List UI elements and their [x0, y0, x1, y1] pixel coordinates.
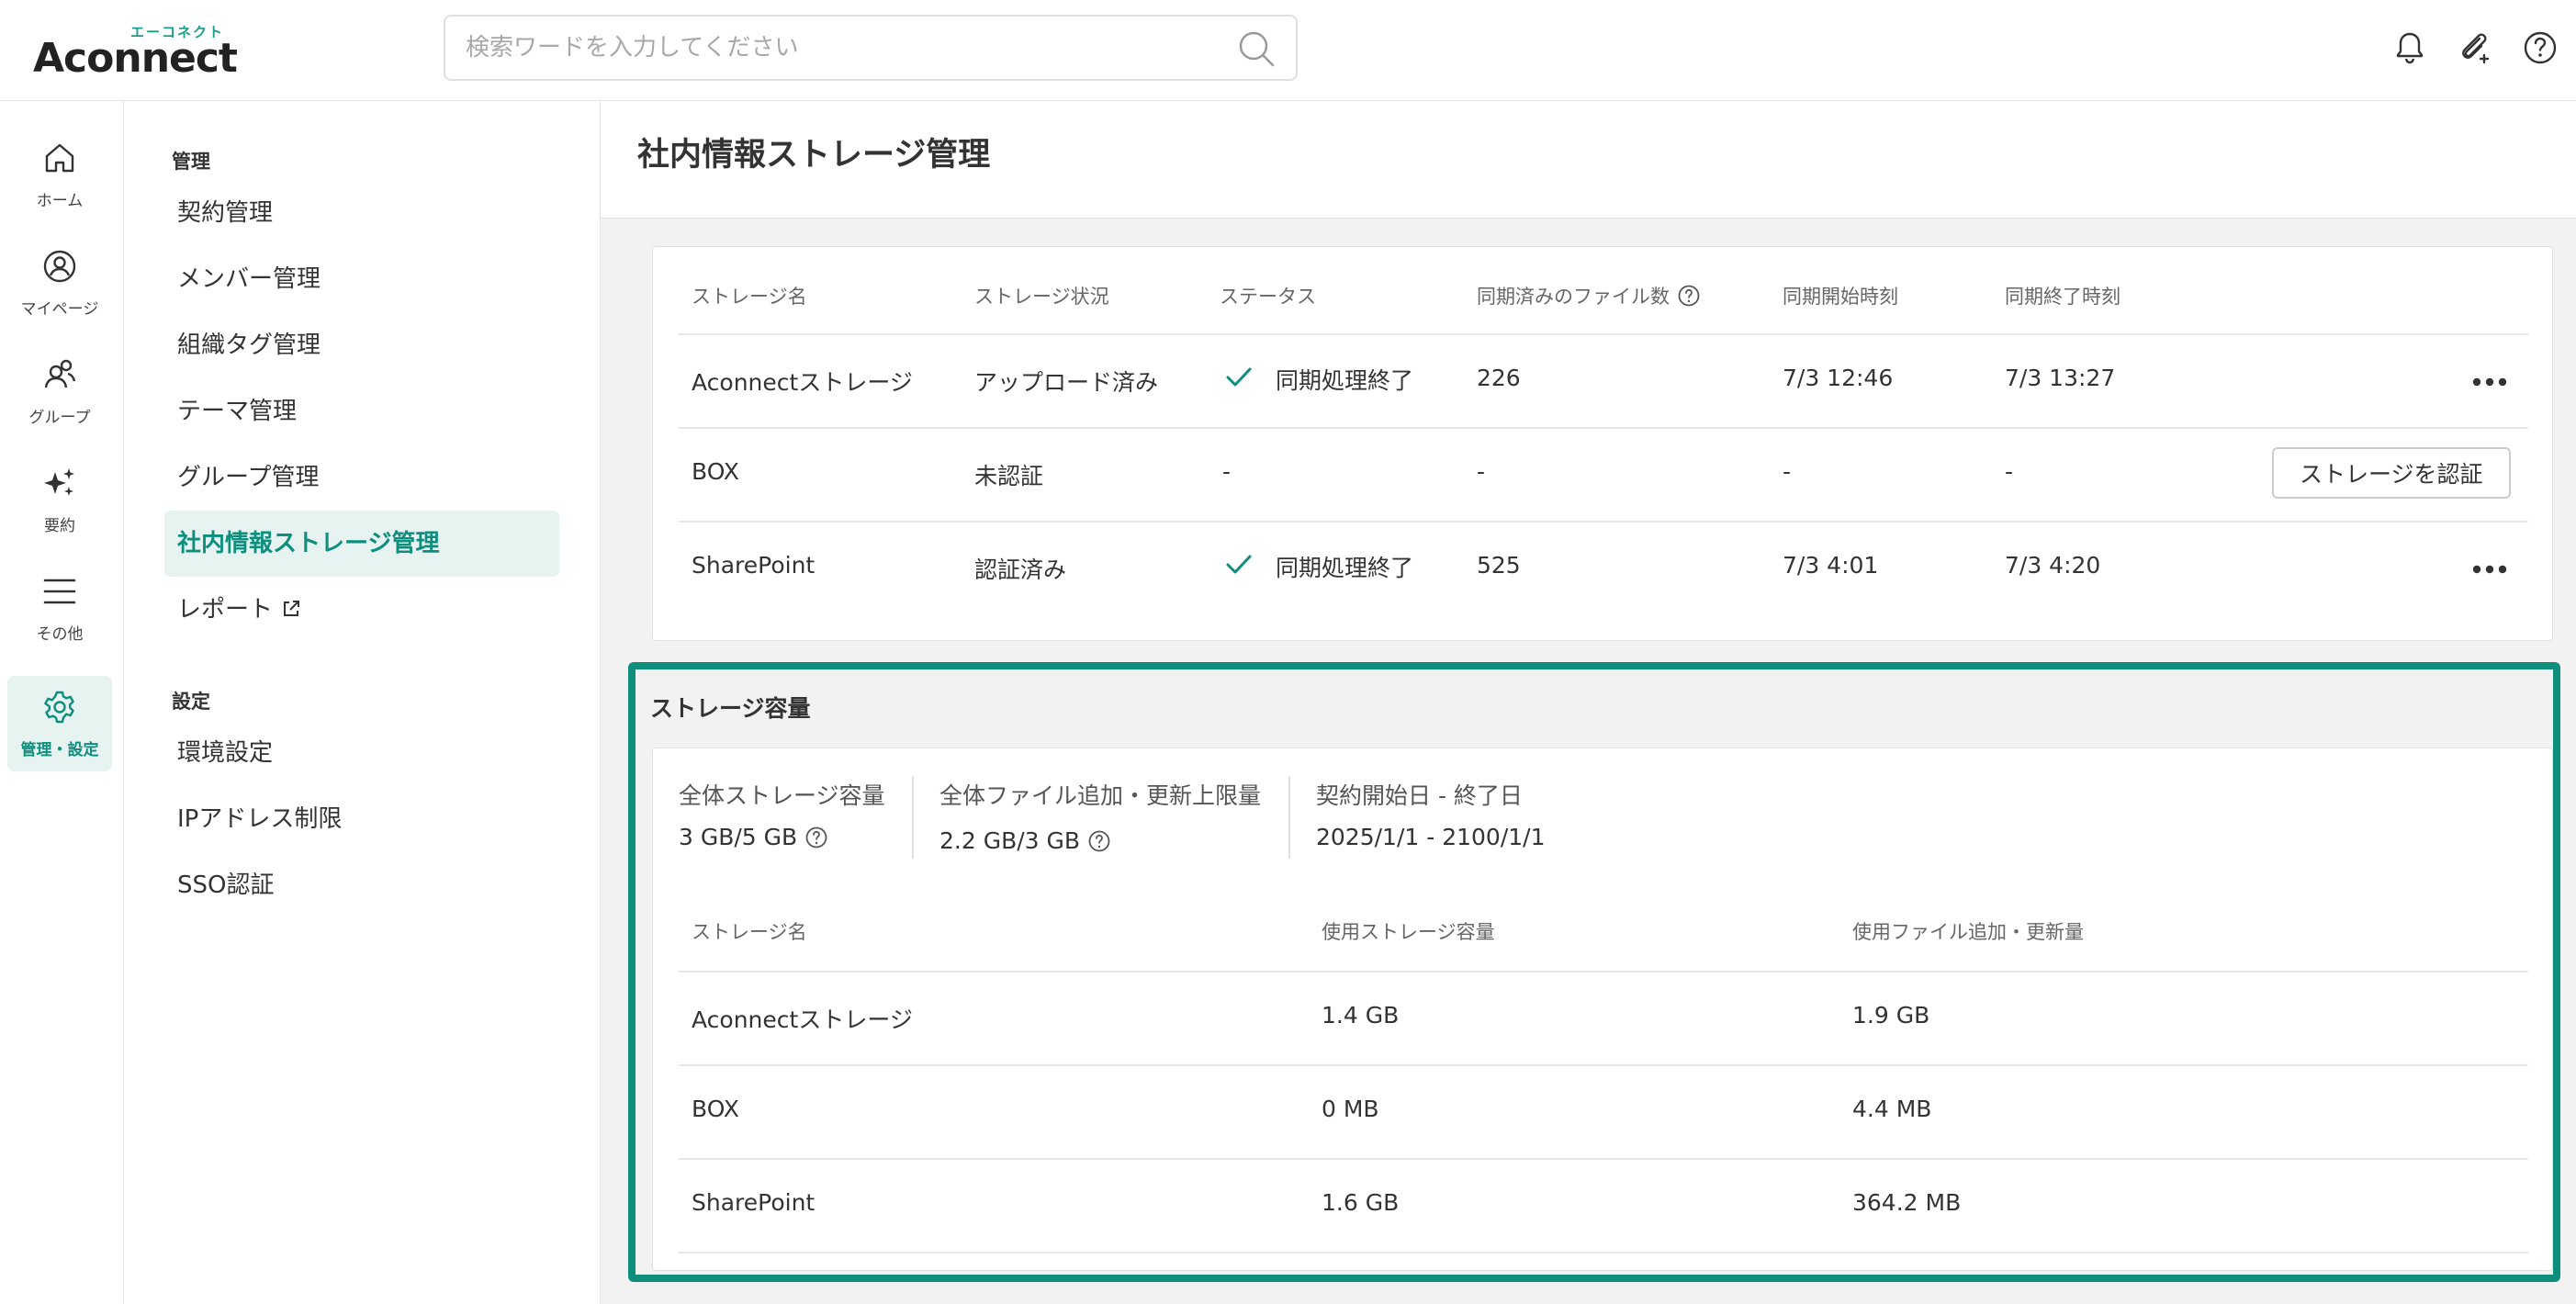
rail-label-group: グループ: [28, 409, 91, 427]
cell-sync-end: 7/3 4:20: [2005, 552, 2101, 579]
menu-groups[interactable]: グループ管理: [164, 444, 559, 511]
col-sync-start: 同期開始時刻: [1783, 286, 1898, 308]
divider: [679, 521, 2528, 523]
menu-report[interactable]: レポート: [164, 577, 559, 643]
cell-sync-start: -: [1783, 458, 1792, 485]
more-options-icon[interactable]: [2471, 564, 2508, 575]
logo-text: Aconnect: [33, 35, 238, 82]
menu-icon: [43, 579, 76, 604]
bell-icon[interactable]: [2390, 28, 2430, 68]
gear-icon: [44, 691, 74, 724]
cell-storage-state: 未認証: [974, 463, 1044, 489]
cell-status: 同期処理終了: [1276, 555, 1414, 581]
search-box[interactable]: [444, 15, 1298, 81]
cell-status: 同期処理終了: [1276, 367, 1414, 394]
menu-themes[interactable]: テーマ管理: [164, 378, 559, 444]
rail-item-admin-settings[interactable]: 管理・設定: [7, 676, 112, 771]
page-title: 社内情報ストレージ管理: [637, 137, 991, 174]
cell-synced-files: 226: [1477, 365, 1521, 391]
storage-status-card: ストレージ名 ストレージ状況 ステータス 同期済みのファイル数 同期開始時刻 同…: [652, 246, 2553, 641]
user-circle-icon: [43, 250, 76, 283]
page-header: 社内情報ストレージ管理: [601, 101, 2576, 219]
section-heading-settings: 設定: [172, 691, 210, 713]
icon-rail: ホーム マイページ グループ 要約 その他 管理・設定: [0, 101, 124, 1304]
rail-item-mypage[interactable]: マイページ: [7, 235, 112, 331]
check-icon: [1226, 367, 1252, 387]
col-storage-state: ストレージ状況: [974, 286, 1109, 308]
col-sync-end: 同期終了時刻: [2005, 286, 2120, 308]
menu-contract[interactable]: 契約管理: [164, 180, 559, 246]
cell-synced-files: -: [1477, 458, 1486, 485]
cell-synced-files: 525: [1477, 552, 1521, 579]
external-link-icon: [284, 601, 300, 616]
sparkle-icon: [44, 468, 74, 496]
rail-label-mypage: マイページ: [20, 300, 99, 319]
aconnect-logo[interactable]: エーコネクト Aconnect: [33, 22, 238, 82]
group-icon: [44, 359, 76, 388]
attach-icon[interactable]: [2454, 28, 2494, 68]
help-icon[interactable]: [1677, 284, 1701, 308]
rail-item-other[interactable]: その他: [7, 560, 112, 656]
rail-label-other: その他: [36, 625, 84, 644]
menu-environment[interactable]: 環境設定: [164, 720, 559, 786]
col-status: ステータス: [1220, 286, 1316, 308]
help-icon[interactable]: [2520, 28, 2560, 68]
cell-sync-end: 7/3 13:27: [2005, 365, 2116, 391]
menu-internal-storage[interactable]: 社内情報ストレージ管理: [164, 511, 559, 577]
cell-status: -: [1222, 458, 1232, 485]
check-icon: [1226, 555, 1252, 574]
authenticate-storage-button[interactable]: ストレージを認証: [2272, 447, 2511, 499]
top-header: エーコネクト Aconnect: [0, 0, 2576, 101]
menu-sso[interactable]: SSO認証: [164, 852, 559, 918]
rail-label-admin-settings: 管理・設定: [20, 741, 99, 759]
cell-storage-name: BOX: [692, 458, 739, 485]
cell-storage-name: Aconnectストレージ: [692, 369, 913, 396]
cell-storage-state: アップロード済み: [974, 369, 1159, 396]
cell-sync-start: 7/3 12:46: [1783, 365, 1894, 391]
search-input[interactable]: [466, 17, 1219, 79]
home-icon: [45, 143, 74, 173]
rail-item-summary[interactable]: 要約: [7, 452, 112, 547]
cell-sync-end: -: [2005, 458, 2014, 485]
menu-ip-restriction[interactable]: IPアドレス制限: [164, 786, 559, 852]
menu-members[interactable]: メンバー管理: [164, 246, 559, 312]
divider: [679, 427, 2528, 429]
divider: [679, 333, 2528, 335]
rail-item-home[interactable]: ホーム: [7, 127, 112, 222]
col-synced-files-label: 同期済みのファイル数: [1477, 286, 1670, 308]
menu-org-tags[interactable]: 組織タグ管理: [164, 312, 559, 378]
col-storage-name: ストレージ名: [692, 286, 807, 308]
col-synced-files: 同期済みのファイル数: [1477, 282, 1701, 309]
section-heading-management: 管理: [172, 151, 210, 173]
search-icon[interactable]: [1237, 29, 1276, 68]
cell-sync-start: 7/3 4:01: [1783, 552, 1879, 579]
rail-label-home: ホーム: [36, 192, 84, 210]
rail-item-group[interactable]: グループ: [7, 343, 112, 439]
more-options-icon[interactable]: [2471, 377, 2508, 388]
menu-report-label: レポート: [177, 596, 274, 624]
rail-label-summary: 要約: [44, 517, 75, 535]
cell-storage-name: SharePoint: [692, 552, 816, 579]
highlight-frame: [628, 662, 2560, 1282]
admin-submenu: 管理 契約管理 メンバー管理 組織タグ管理 テーマ管理 グループ管理 社内情報ス…: [124, 101, 601, 1304]
cell-storage-state: 認証済み: [974, 556, 1067, 583]
